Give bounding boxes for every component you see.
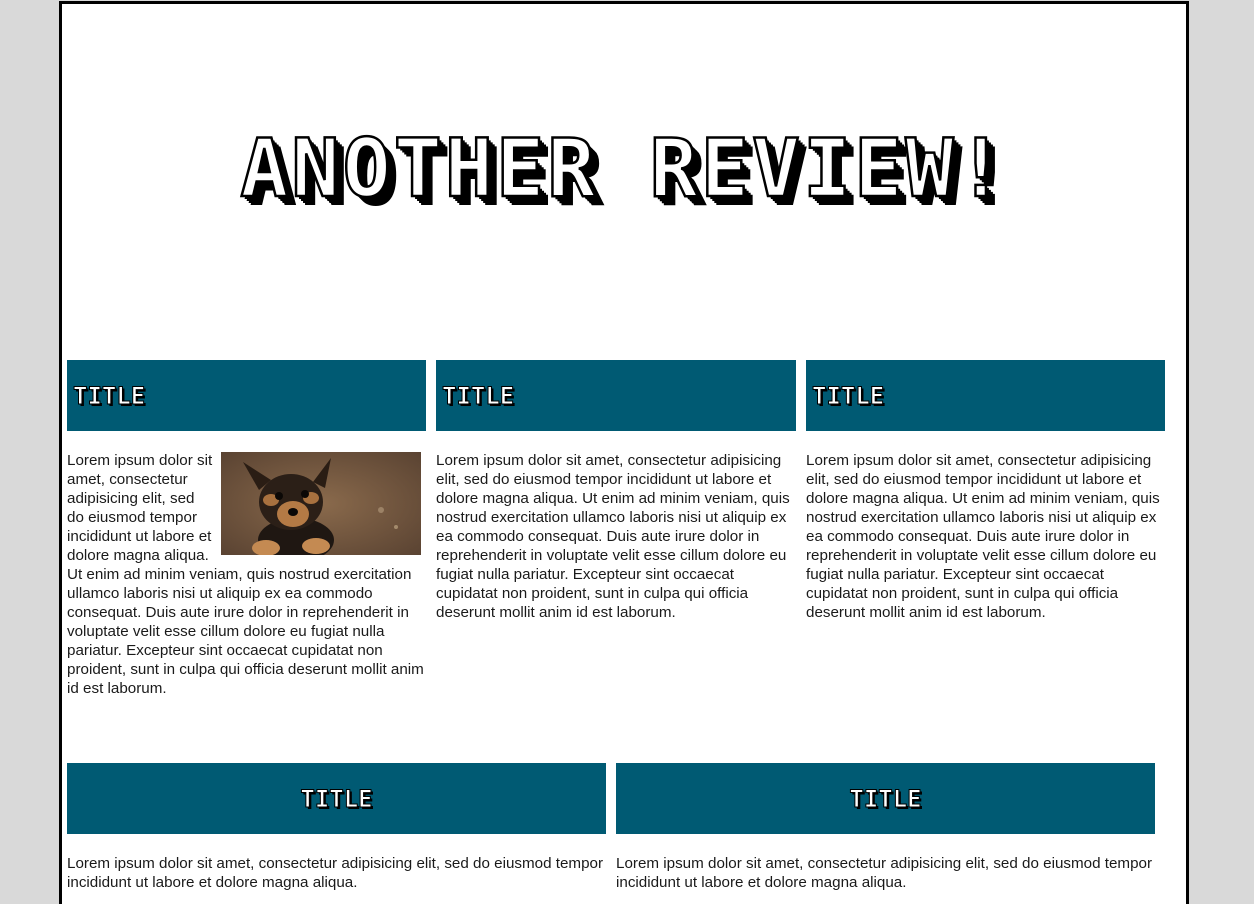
review-card-2: Title Lorem ipsum dolor sit amet, consec… [436,360,796,622]
card-title: Title [72,381,146,410]
card-header: Title [806,360,1165,431]
card-header: Title [436,360,796,431]
card-title: Title [441,381,515,410]
card-title: Title [849,784,922,813]
card-body: Lorem ipsum dolor sit amet, consectetur … [806,452,1160,621]
hero-title: Another Review! [239,121,1008,217]
card-body: Lorem ipsum dolor sit amet, consectetur … [436,452,790,621]
review-card-4: Title Lorem ipsum dolor sit amet, consec… [67,763,606,892]
card-body: Lorem ipsum dolor sit amet, consectetur … [67,855,604,891]
review-card-1: Title [67,360,426,698]
card-body: Lorem ipsum dolor sit amet, consectetur … [616,855,1153,891]
review-card-5: Title Lorem ipsum dolor sit amet, consec… [616,763,1155,892]
card-title: Title [300,784,373,813]
hero-section: Another Review! [62,4,1186,354]
puppy-photo [221,452,421,555]
card-title: Title [811,381,885,410]
card-header: Title [616,763,1155,834]
card-body: Lorem ipsum dolor sit amet, consectetur … [67,451,426,698]
card-header: Title [67,360,426,431]
review-card-3: Title Lorem ipsum dolor sit amet, consec… [806,360,1165,622]
page-container: Another Review! Title [59,1,1189,904]
card-header: Title [67,763,606,834]
